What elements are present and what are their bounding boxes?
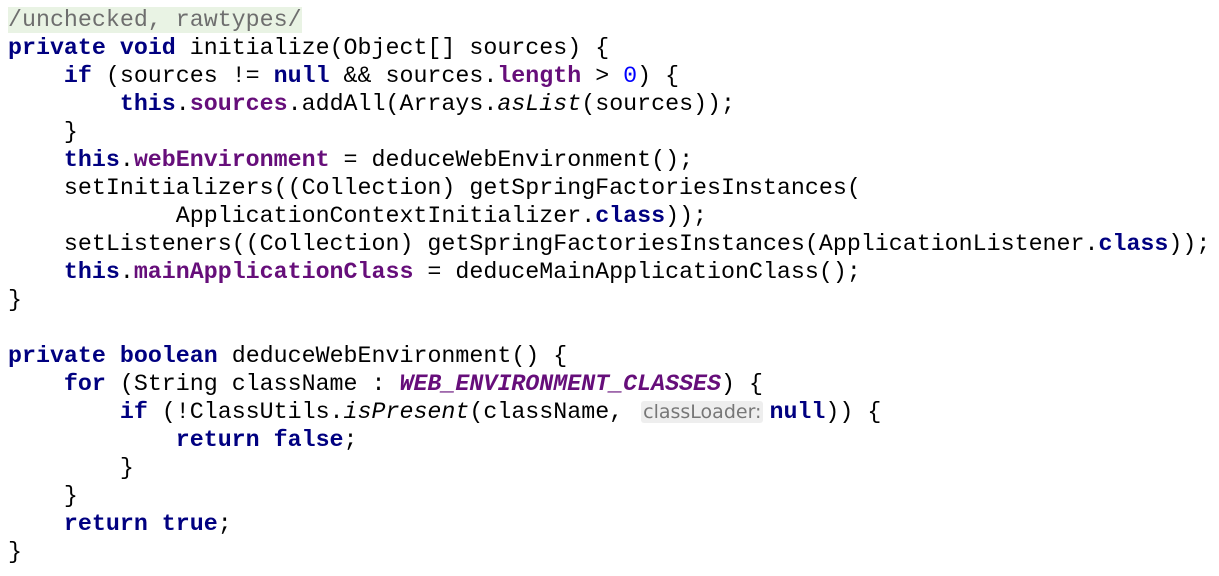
field: webEnvironment (133, 147, 330, 173)
field: mainApplicationClass (133, 259, 414, 285)
keyword: void (119, 35, 176, 61)
code-text: setInitializers((Collection) getSpringFa… (8, 175, 861, 201)
code-line[interactable]: setInitializers((Collection) getSpringFa… (8, 174, 1210, 202)
static-method: isPresent (343, 399, 470, 425)
code-text: (sources != (91, 63, 274, 89)
keyword: for (63, 371, 106, 397)
code-line[interactable]: this.mainApplicationClass = deduceMainAp… (8, 258, 1210, 286)
code-text: )); (1168, 231, 1211, 257)
code-line[interactable]: } (8, 454, 1210, 482)
code-line[interactable]: private boolean deduceWebEnvironment() { (8, 342, 1210, 370)
static-field: WEB_ENVIRONMENT_CLASSES (399, 371, 722, 397)
code-line[interactable]: /unchecked, rawtypes/ (8, 6, 1210, 34)
parameter-hint: classLoader: (641, 401, 764, 423)
annotation: /unchecked, rawtypes/ (8, 7, 302, 33)
code-text: (sources)); (581, 91, 736, 117)
code-text: ApplicationContextInitializer. (8, 203, 596, 229)
number-literal: 0 (623, 63, 638, 89)
code-text: ; (217, 511, 232, 537)
code-text: (String className : (105, 371, 400, 397)
code-line[interactable]: ApplicationContextInitializer.class)); (8, 202, 1210, 230)
keyword: private (8, 343, 106, 369)
keyword: return (63, 511, 148, 537)
code-text: } (8, 119, 78, 145)
code-text: )); (665, 203, 708, 229)
code-text: (!ClassUtils. (147, 399, 344, 425)
code-text: = deduceMainApplicationClass(); (413, 259, 861, 285)
code-text: )) { (825, 399, 882, 425)
keyword: this (119, 91, 176, 117)
code-line[interactable]: return true; (8, 510, 1210, 538)
code-line[interactable]: for (String className : WEB_ENVIRONMENT_… (8, 370, 1210, 398)
code-line[interactable]: } (8, 118, 1210, 146)
code-text: . (175, 91, 190, 117)
code-text: initialize(Object[] sources) { (175, 35, 610, 61)
code-text: } (8, 455, 134, 481)
code-editor[interactable]: /unchecked, rawtypes/private void initia… (8, 6, 1210, 566)
code-line[interactable] (8, 314, 1210, 342)
code-text: > (581, 63, 624, 89)
keyword: this (63, 147, 120, 173)
keyword: return (175, 427, 260, 453)
code-line[interactable]: } (8, 286, 1210, 314)
keyword: null (273, 63, 330, 89)
keyword: class (1098, 231, 1169, 257)
code-text: (className, (469, 399, 638, 425)
field: sources (189, 91, 288, 117)
code-text: ; (343, 427, 358, 453)
code-line[interactable]: this.sources.addAll(Arrays.asList(source… (8, 90, 1210, 118)
code-line[interactable]: this.webEnvironment = deduceWebEnvironme… (8, 146, 1210, 174)
code-text: .addAll(Arrays. (287, 91, 498, 117)
keyword: false (273, 427, 344, 453)
code-text: ) { (721, 371, 763, 397)
code-text: deduceWebEnvironment() { (217, 343, 568, 369)
code-line[interactable]: } (8, 482, 1210, 510)
keyword: this (63, 259, 120, 285)
keyword: null (769, 399, 826, 425)
code-text: . (119, 259, 134, 285)
code-line[interactable]: setListeners((Collection) getSpringFacto… (8, 230, 1210, 258)
keyword: if (119, 399, 148, 425)
code-text: setListeners((Collection) getSpringFacto… (8, 231, 1099, 257)
code-text: = deduceWebEnvironment(); (329, 147, 694, 173)
code-text: && sources. (329, 63, 498, 89)
static-method: asList (497, 91, 582, 117)
code-text: . (119, 147, 134, 173)
field: length (497, 63, 582, 89)
code-text: } (8, 483, 78, 509)
code-text: } (8, 287, 22, 313)
keyword: private (8, 35, 106, 61)
code-text: } (8, 539, 22, 565)
code-line[interactable]: return false; (8, 426, 1210, 454)
code-line[interactable]: } (8, 538, 1210, 566)
code-line[interactable]: if (sources != null && sources.length > … (8, 62, 1210, 90)
code-text: ) { (637, 63, 680, 89)
keyword: class (595, 203, 666, 229)
keyword: true (161, 511, 218, 537)
code-line[interactable]: private void initialize(Object[] sources… (8, 34, 1210, 62)
keyword: if (63, 63, 92, 89)
code-line[interactable]: if (!ClassUtils.isPresent(className, cla… (8, 398, 1210, 426)
keyword: boolean (119, 343, 218, 369)
